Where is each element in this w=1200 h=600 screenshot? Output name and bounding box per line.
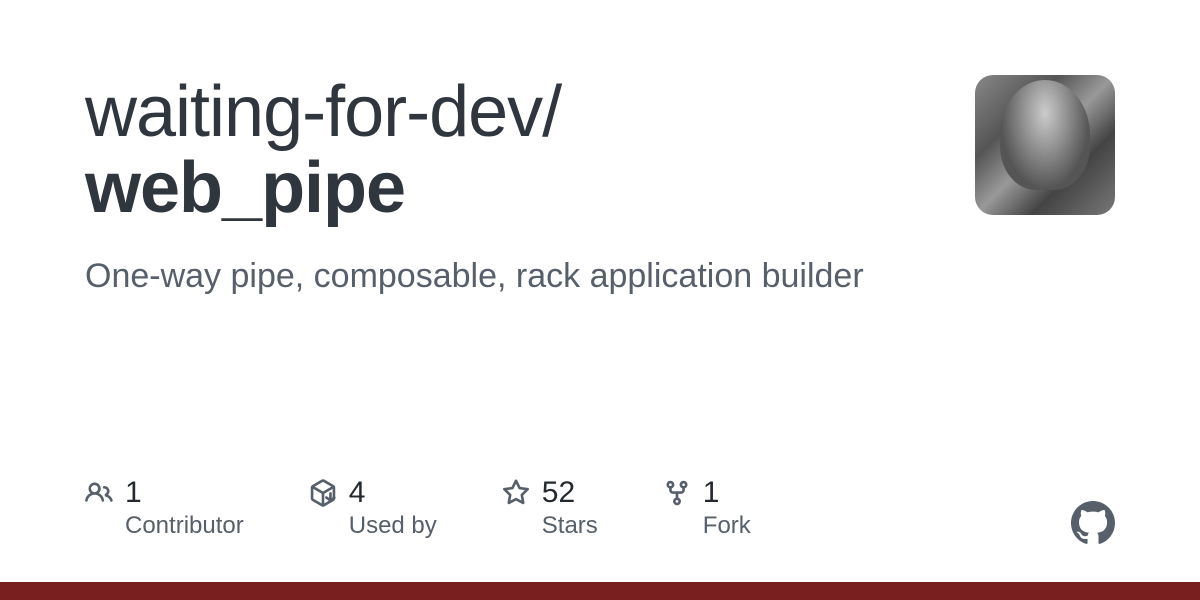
repo-card: waiting-for-dev/ web_pipe One-way pipe, … <box>0 0 1200 600</box>
repo-name: web_pipe <box>85 151 975 227</box>
usedby-count: 4 <box>349 476 366 510</box>
package-icon <box>309 479 337 507</box>
stat-forks[interactable]: 1 Fork <box>663 476 751 540</box>
stats-row: 1 Contributor 4 Used by 52 Stars 1 Fork <box>85 476 751 540</box>
github-logo-icon[interactable] <box>1071 501 1115 545</box>
people-icon <box>85 479 113 507</box>
forks-label: Fork <box>703 512 751 540</box>
usedby-label: Used by <box>349 512 437 540</box>
forks-count: 1 <box>703 476 720 510</box>
fork-icon <box>663 479 691 507</box>
repo-description: One-way pipe, composable, rack applicati… <box>85 254 975 298</box>
stars-count: 52 <box>542 476 575 510</box>
owner-avatar[interactable] <box>975 75 1115 215</box>
stat-contributors[interactable]: 1 Contributor <box>85 476 244 540</box>
contributors-label: Contributor <box>125 512 244 540</box>
contributors-count: 1 <box>125 476 142 510</box>
stat-usedby[interactable]: 4 Used by <box>309 476 437 540</box>
stars-label: Stars <box>542 512 598 540</box>
title-block: waiting-for-dev/ web_pipe One-way pipe, … <box>85 75 975 298</box>
header-row: waiting-for-dev/ web_pipe One-way pipe, … <box>85 75 1115 298</box>
stat-stars[interactable]: 52 Stars <box>502 476 598 540</box>
accent-bar <box>0 582 1200 600</box>
repo-owner: waiting-for-dev/ <box>85 75 975 151</box>
star-icon <box>502 479 530 507</box>
